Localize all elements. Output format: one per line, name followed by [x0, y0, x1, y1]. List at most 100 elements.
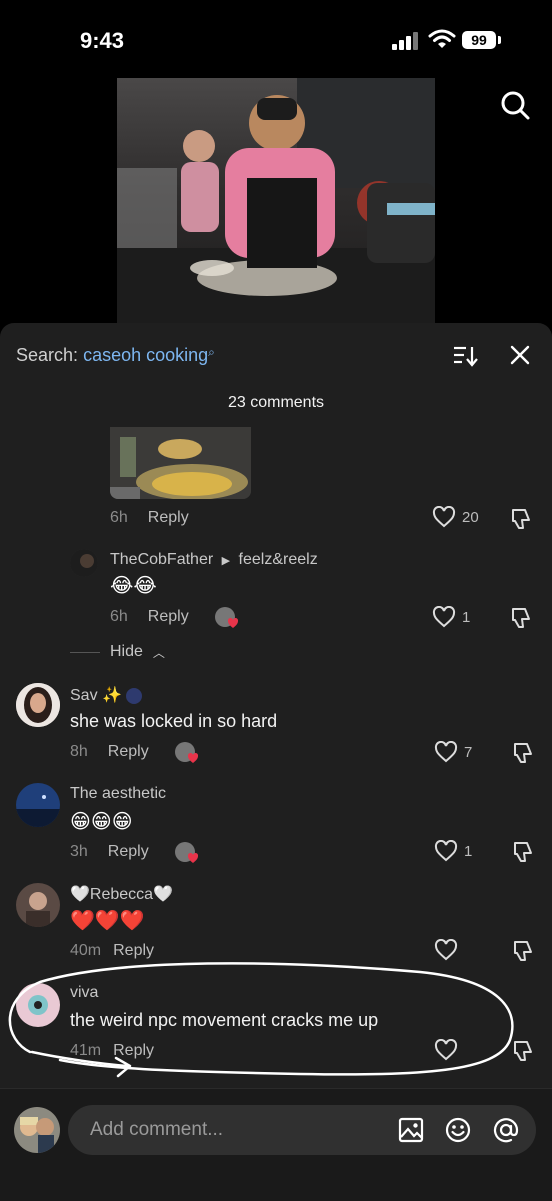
video-scene-image — [117, 78, 435, 328]
battery-nub — [498, 36, 501, 44]
heart-icon — [434, 840, 458, 862]
moon-icon — [126, 687, 143, 704]
dislike-icon[interactable] — [510, 939, 534, 963]
status-bar: 9:43 99 — [0, 0, 552, 80]
comment-meta: 40m Reply — [70, 942, 154, 960]
chevron-up-icon: ︿ — [152, 645, 165, 660]
comment-time: 3h — [70, 843, 88, 860]
dislike-icon[interactable] — [508, 606, 532, 630]
creator-heart-icon — [187, 752, 199, 763]
comment-text: 😂😂 — [110, 575, 157, 597]
comment-author[interactable]: Sav ✨ — [70, 685, 143, 705]
comment-text: the weird npc movement cracks me up — [70, 1010, 379, 1030]
like-count: 20 — [462, 508, 479, 526]
image-icon[interactable] — [398, 1117, 424, 1143]
reply-button[interactable]: Reply — [108, 843, 149, 860]
hide-replies-button[interactable]: Hide ︿ — [70, 643, 165, 661]
comment-time: 8h — [70, 743, 88, 760]
search-mini-icon: ⌕ — [208, 345, 215, 359]
avatar-image — [16, 983, 60, 1027]
comment-time: 6h — [110, 509, 128, 526]
comment-time: 40m — [70, 942, 102, 959]
creator-heart-icon — [187, 852, 199, 863]
search-icon[interactable] — [500, 90, 532, 122]
comment-count: 23 comments — [227, 394, 325, 411]
reply-to-name[interactable]: feelz&reelz — [239, 551, 318, 568]
user-avatar[interactable] — [14, 1107, 60, 1153]
mention-icon[interactable] — [492, 1117, 520, 1143]
comment-composer: Add comment... — [0, 1088, 552, 1201]
comment-text: ❤️❤️❤️ — [70, 910, 145, 932]
reply-button[interactable]: Reply — [148, 608, 189, 625]
like-button[interactable]: 20 — [432, 506, 479, 528]
like-count: 1 — [462, 608, 471, 626]
avatar[interactable] — [16, 883, 60, 927]
search-query[interactable]: Search: caseoh cooking⌕ — [16, 345, 215, 366]
creator-heart-icon — [227, 617, 239, 628]
emoji-icon[interactable] — [445, 1117, 471, 1143]
comment-time: 6h — [110, 608, 128, 625]
dislike-icon[interactable] — [510, 1039, 534, 1063]
heart-icon — [434, 1039, 458, 1061]
comment-photo[interactable] — [110, 427, 251, 499]
comment-author[interactable]: viva — [70, 984, 98, 1002]
avatar-image — [16, 783, 60, 827]
reply-button[interactable]: Reply — [108, 743, 149, 760]
search-term[interactable]: caseoh cooking — [83, 345, 208, 365]
comment-meta: 6h Reply — [110, 608, 189, 626]
author-name: Sav ✨ — [70, 687, 122, 704]
comment-time: 41m — [70, 1042, 102, 1059]
dislike-icon[interactable] — [510, 741, 534, 765]
comment-input-placeholder: Add comment... — [90, 1119, 224, 1140]
like-count: 7 — [464, 743, 473, 761]
heart-icon — [434, 741, 458, 763]
heart-icon — [434, 939, 458, 961]
comment-author[interactable]: TheCobFather ▶ feelz&reelz — [110, 551, 318, 569]
comments-sheet: Search: caseoh cooking⌕ 23 comments 6h Re… — [0, 323, 552, 1200]
close-icon[interactable] — [510, 345, 530, 365]
divider — [70, 651, 100, 653]
comment-meta: 3h Reply — [70, 843, 149, 861]
heart-icon — [432, 506, 456, 528]
status-time: 9:43 — [80, 28, 125, 53]
comment-text: she was locked in so hard — [70, 711, 278, 731]
search-label: Search: — [16, 345, 79, 365]
like-button[interactable]: 1 — [432, 606, 470, 628]
sort-icon[interactable] — [452, 345, 478, 367]
comment-photo-image — [110, 427, 251, 499]
author-name: TheCobFather — [110, 551, 214, 568]
like-count: 1 — [464, 842, 473, 860]
reply-button[interactable]: Reply — [113, 1042, 154, 1059]
comment-input[interactable]: Add comment... — [68, 1105, 536, 1155]
avatar[interactable] — [70, 549, 98, 577]
comment-meta: 8h Reply — [70, 743, 149, 761]
like-button[interactable] — [434, 939, 458, 961]
video-preview[interactable] — [117, 78, 435, 328]
avatar[interactable] — [16, 983, 60, 1027]
dislike-icon[interactable] — [510, 840, 534, 864]
like-button[interactable]: 7 — [434, 741, 472, 763]
comment-author[interactable]: 🤍Rebecca🤍 — [70, 884, 173, 904]
user-avatar-image — [14, 1107, 60, 1153]
avatar-image — [16, 683, 60, 727]
avatar[interactable] — [16, 683, 60, 727]
hide-label: Hide — [110, 643, 143, 660]
avatar-image — [70, 549, 98, 577]
sheet-header: Search: caseoh cooking⌕ — [0, 323, 552, 385]
battery-icon: 99 — [462, 31, 496, 49]
comment-meta: 41m Reply — [70, 1042, 154, 1060]
avatar[interactable] — [16, 783, 60, 827]
comment-author[interactable]: The aesthetic — [70, 785, 166, 803]
signal-icon — [392, 32, 420, 50]
reply-button[interactable]: Reply — [113, 942, 154, 959]
like-button[interactable]: 1 — [434, 840, 472, 862]
heart-icon — [432, 606, 456, 628]
comment-text: 😁😁😁 — [70, 811, 133, 833]
comment-meta: 6h Reply — [110, 509, 189, 527]
wifi-icon — [428, 29, 456, 48]
dislike-icon[interactable] — [508, 507, 532, 531]
like-button[interactable] — [434, 1039, 458, 1061]
reply-button[interactable]: Reply — [148, 509, 189, 526]
reply-arrow-icon: ▶ — [221, 555, 231, 567]
avatar-image — [16, 883, 60, 927]
